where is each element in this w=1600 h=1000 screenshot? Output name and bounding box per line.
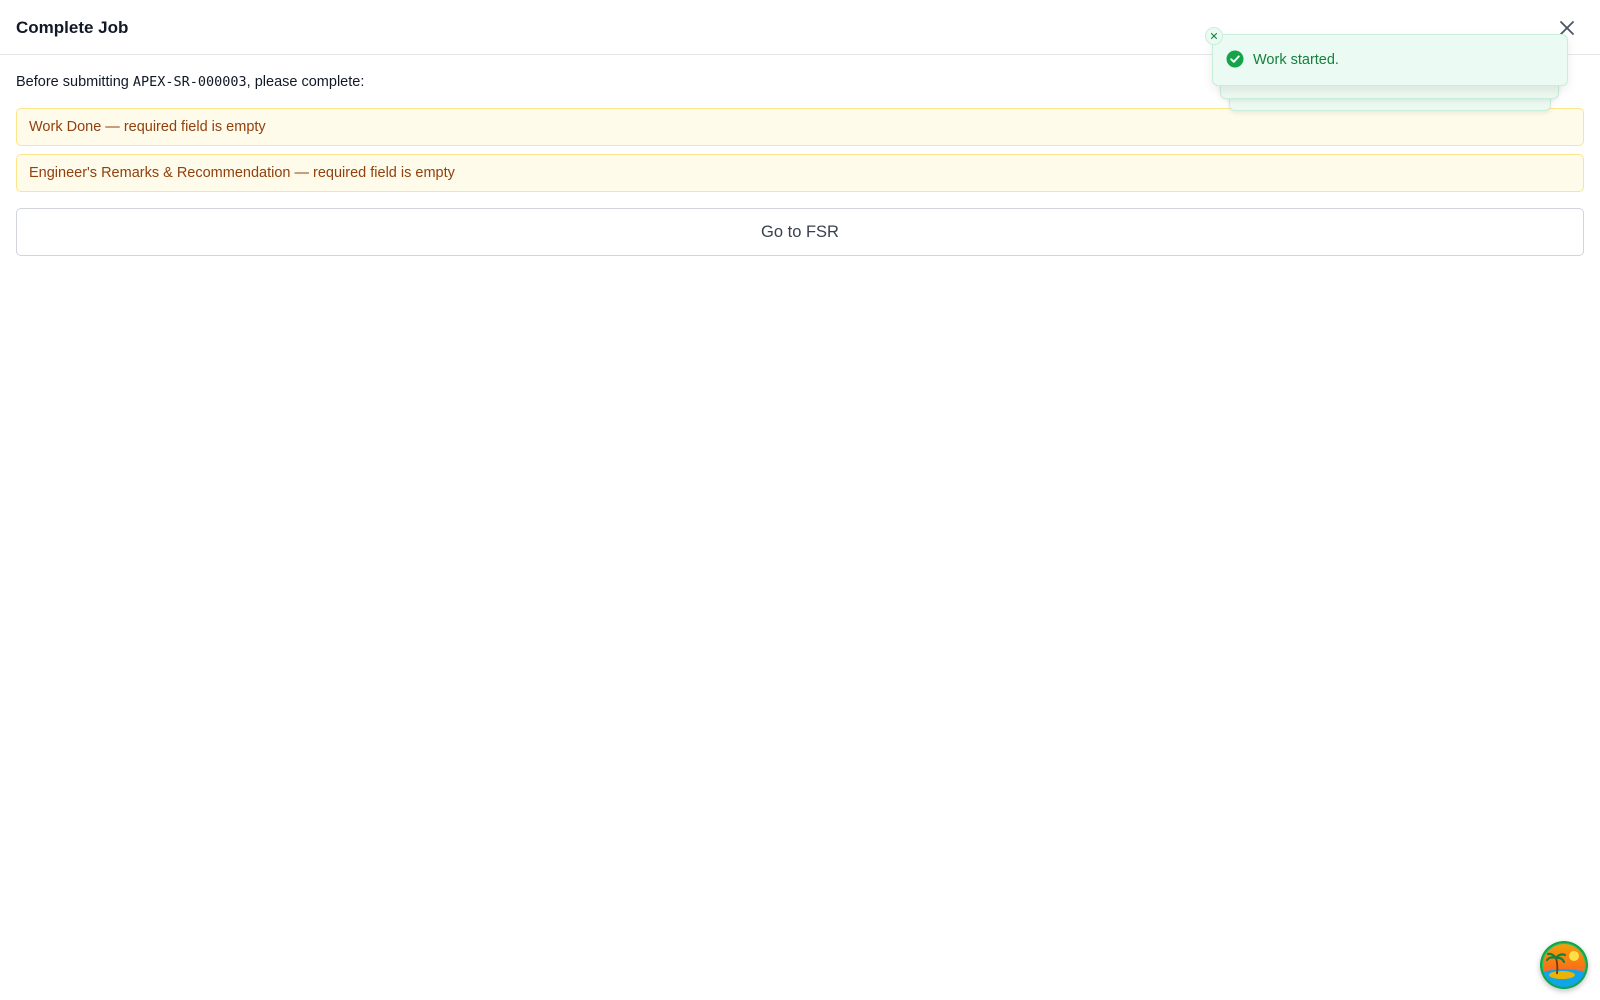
check-circle-icon [1226, 50, 1244, 68]
toast-notification: Work started. [1212, 34, 1568, 86]
intro-suffix: , please complete: [246, 74, 365, 90]
missing-item-work-done: Work Done — required field is empty [16, 108, 1584, 146]
dialog-title: Complete Job [16, 18, 129, 37]
close-icon [1210, 32, 1218, 40]
toast-close-button[interactable] [1205, 27, 1223, 45]
island-avatar-icon [1540, 941, 1588, 989]
missing-item-engineer-remarks: Engineer's Remarks & Recommendation — re… [16, 154, 1584, 192]
intro-text: Before submitting APEX-SR-000003, please… [16, 73, 364, 91]
toast-message: Work started. [1253, 52, 1339, 68]
go-to-fsr-button[interactable]: Go to FSR [16, 208, 1584, 256]
floating-avatar-button[interactable] [1540, 941, 1588, 989]
service-request-code: APEX-SR-000003 [132, 74, 247, 90]
intro-prefix: Before submitting [16, 74, 133, 90]
